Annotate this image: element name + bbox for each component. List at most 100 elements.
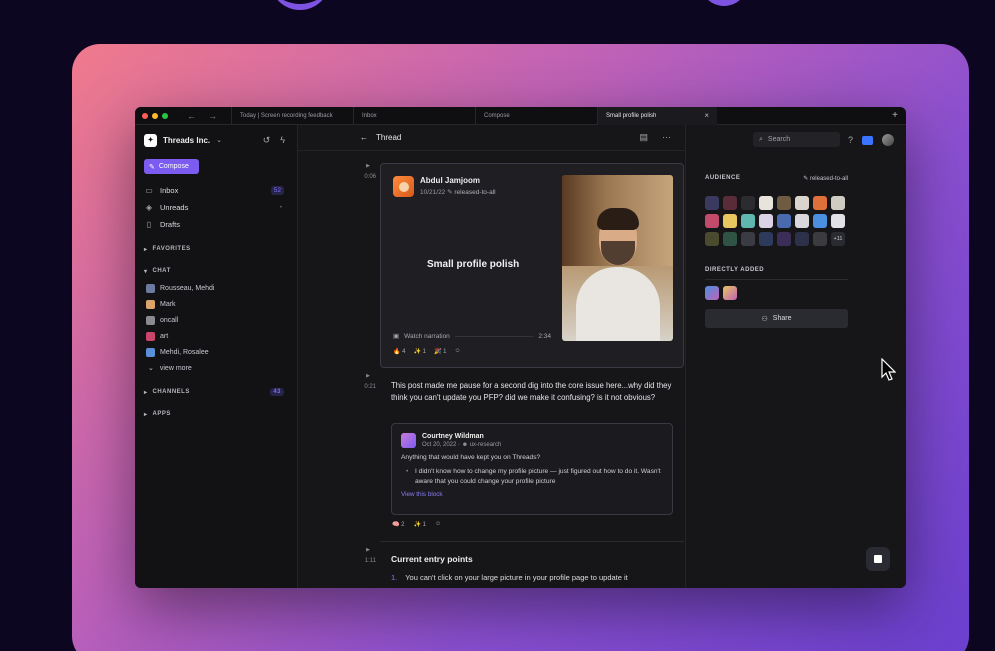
quote-author-name: Courtney Wildman (422, 433, 484, 440)
reaction-chip[interactable]: ✨ 1 (414, 348, 427, 355)
tab-inbox[interactable]: Inbox (353, 107, 475, 125)
more-options-icon[interactable]: ··· (662, 132, 671, 143)
quote-bullet: I didn't know how to change my profile p… (401, 467, 663, 487)
sidebar-item-label: Unreads (160, 203, 189, 212)
avatar[interactable] (813, 196, 827, 210)
new-tab-icon[interactable]: + (892, 110, 898, 121)
progress-track (454, 335, 534, 337)
avatar[interactable] (723, 196, 737, 210)
avatar[interactable] (393, 176, 414, 197)
lightning-icon[interactable]: ϟ (280, 135, 285, 146)
reaction-chip[interactable]: 🎉 1 (434, 348, 447, 355)
favorites-section-toggle[interactable]: ▸ FAVORITES (144, 243, 288, 255)
sidebar-item-drafts[interactable]: ▯ Drafts (144, 216, 288, 233)
reaction-chip[interactable]: 🔥 4 (393, 348, 406, 355)
avatar[interactable] (723, 286, 737, 300)
timestamp-marker[interactable]: ▶ 0:21 (350, 373, 380, 390)
tag-label[interactable]: released-to-all (454, 189, 495, 196)
section-label: FAVORITES (152, 246, 191, 252)
audience-label: AUDIENCE (705, 175, 741, 181)
avatar[interactable] (831, 214, 845, 228)
avatar[interactable] (705, 286, 719, 300)
forward-arrow-icon[interactable]: → (208, 111, 217, 121)
quote-question: Anything that would have kept you on Thr… (401, 454, 541, 461)
avatar[interactable] (723, 214, 737, 228)
back-arrow-icon[interactable]: ← (360, 133, 368, 142)
avatar[interactable] (777, 196, 791, 210)
comment-icon[interactable]: ▤ (639, 132, 648, 143)
tab-label: Small profile polish (606, 112, 657, 119)
avatar[interactable] (759, 232, 773, 246)
avatar[interactable] (882, 134, 894, 146)
avatar[interactable] (723, 232, 737, 246)
timestamp-marker[interactable]: ▶ 0:06 (350, 163, 380, 180)
avatar (146, 331, 155, 341)
message-author: Abdul Jamjoom 10/21/22 ✎ released-to-all (393, 176, 496, 197)
timestamp-marker[interactable]: ▶ 1:11 (350, 547, 380, 564)
reaction-chip[interactable]: ✨ 1 (414, 521, 427, 528)
avatar[interactable] (795, 196, 809, 210)
avatar (401, 433, 416, 448)
add-reaction-icon[interactable]: ☺ (455, 348, 461, 355)
chat-section-toggle[interactable]: ▾ CHAT (144, 265, 288, 277)
tab-small-profile-polish[interactable]: Small profile polish × (597, 107, 717, 125)
author-name[interactable]: Abdul Jamjoom (420, 176, 496, 185)
chat-icon[interactable] (862, 135, 873, 145)
help-icon[interactable]: ? (848, 135, 853, 145)
add-reaction-icon[interactable]: ☺ (435, 521, 441, 528)
avatar[interactable] (813, 214, 827, 228)
avatar[interactable] (705, 214, 719, 228)
close-window-button[interactable] (142, 112, 148, 119)
back-arrow-icon[interactable]: ← (187, 111, 196, 121)
video-thumbnail[interactable] (562, 175, 673, 341)
avatar[interactable] (795, 232, 809, 246)
audience-header: AUDIENCE ✎ released-to-all (705, 175, 848, 182)
chat-item-mark[interactable]: Mark (144, 296, 288, 312)
apps-section-toggle[interactable]: ▸ APPS (144, 408, 288, 420)
avatar[interactable] (741, 232, 755, 246)
avatar[interactable] (705, 232, 719, 246)
avatar[interactable] (795, 214, 809, 228)
channels-section-toggle[interactable]: ▸ CHANNELS 43 (144, 386, 288, 398)
video-message-card[interactable]: Abdul Jamjoom 10/21/22 ✎ released-to-all… (380, 163, 684, 368)
share-button[interactable]: ⚇ Share (705, 309, 848, 328)
avatar[interactable] (759, 196, 773, 210)
audience-tag[interactable]: ✎ released-to-all (803, 175, 848, 182)
avatar[interactable] (777, 232, 791, 246)
search-input[interactable]: ⌕ Search (753, 132, 840, 147)
org-name: Threads Inc. (163, 135, 211, 145)
play-icon: ▶ (366, 163, 370, 169)
avatar[interactable] (813, 232, 827, 246)
minimize-window-button[interactable] (152, 112, 158, 119)
chat-item-art[interactable]: art (144, 328, 288, 344)
view-block-link[interactable]: View this block (401, 491, 663, 498)
chat-item-rousseau-mehdi[interactable]: Rousseau, Mehdi (144, 280, 288, 296)
avatar[interactable] (777, 214, 791, 228)
sidebar-item-inbox[interactable]: ▭ Inbox 52 (144, 182, 288, 199)
quoted-block[interactable]: Courtney Wildman Oct 20, 2022 · ☻ ux-res… (391, 423, 673, 515)
chat-item-mehdi-rosalee[interactable]: Mehdi, Rosalee (144, 344, 288, 360)
avatar[interactable] (831, 196, 845, 210)
close-tab-icon[interactable]: × (704, 111, 709, 120)
reaction-chip[interactable]: 🧠 2 (392, 521, 405, 528)
maximize-window-button[interactable] (162, 112, 168, 119)
tab-screen-recording-feedback[interactable]: Today | Screen recording feedback (231, 107, 353, 125)
more-members-badge[interactable]: +11 (831, 232, 845, 246)
avatar[interactable] (759, 214, 773, 228)
avatar[interactable] (705, 196, 719, 210)
view-more-link[interactable]: ⌄ view more (144, 360, 288, 376)
reactions-bar: 🧠 2 ✨ 1 ☺ (392, 521, 441, 528)
background-decoration (270, 0, 330, 10)
message-date: 10/21/22 (420, 189, 446, 196)
compose-button[interactable]: ✎ Compose (144, 159, 199, 174)
stop-recording-button[interactable] (866, 547, 890, 571)
directly-added-label: DIRECTLY ADDED (705, 267, 765, 273)
avatar[interactable] (741, 196, 755, 210)
chat-item-oncall[interactable]: oncall (144, 312, 288, 328)
sidebar-item-unreads[interactable]: ◈ Unreads • (144, 199, 288, 216)
reactions-bar: 🔥 4 ✨ 1 🎉 1 ☺ (393, 348, 461, 355)
avatar[interactable] (741, 214, 755, 228)
history-icon[interactable]: ↺ (263, 135, 271, 146)
watch-narration-control[interactable]: ▣ Watch narration 2:34 (393, 332, 551, 341)
tab-compose[interactable]: Compose (475, 107, 597, 125)
